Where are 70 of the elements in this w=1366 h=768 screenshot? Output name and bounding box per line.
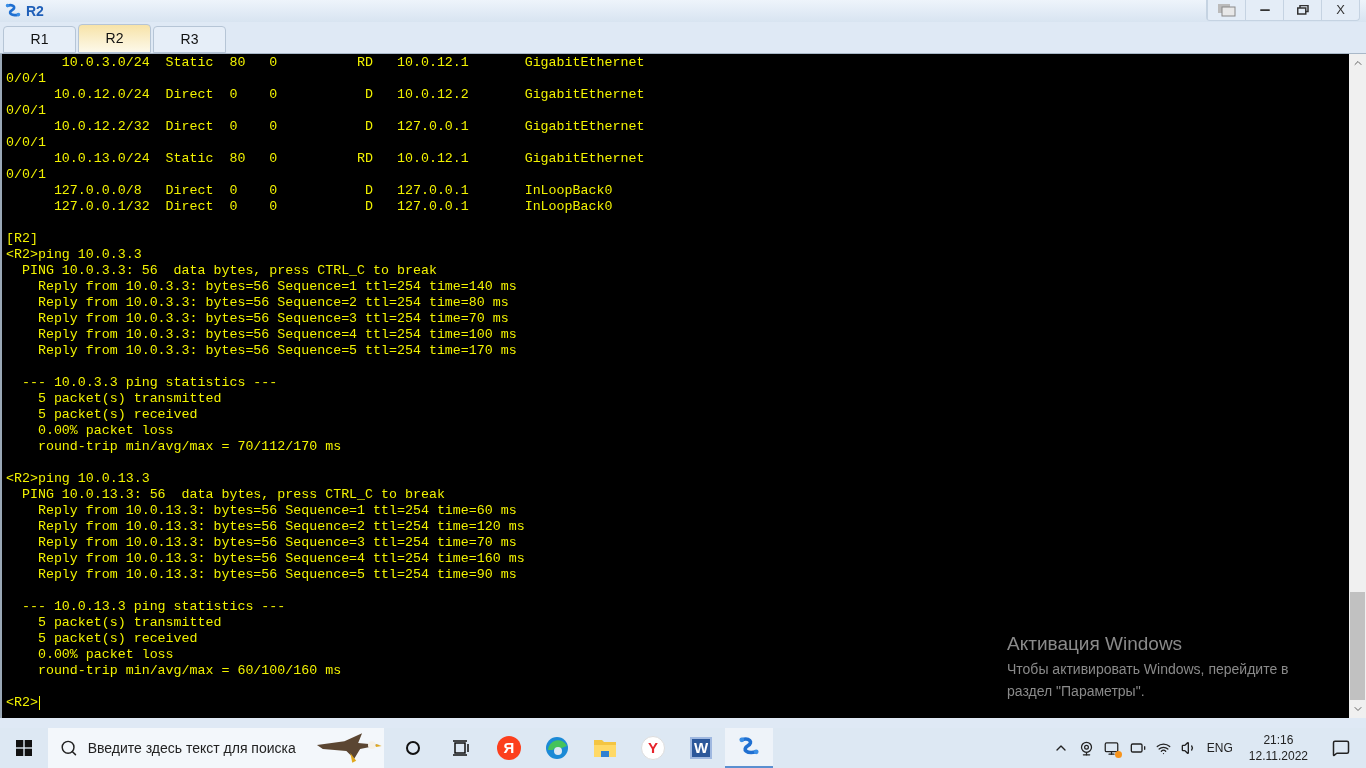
taskbar-app-button[interactable]: Я bbox=[485, 728, 533, 768]
terminal-line: 127.0.0.0/8 Direct 0 0 D 127.0.0.1 InLoopBack0 bbox=[52, 183, 613, 199]
edge-browser-icon bbox=[545, 736, 569, 760]
battery-icon[interactable] bbox=[1129, 740, 1146, 756]
scrollbar[interactable] bbox=[1349, 54, 1366, 718]
terminal-line: 0/0/1 bbox=[6, 71, 46, 87]
scrollbar-thumb[interactable] bbox=[1350, 592, 1365, 700]
terminal-line: 0/0/1 bbox=[6, 135, 46, 151]
terminal-line: PING 10.0.13.3: 56 data bytes, press CTRL_C to break bbox=[20, 487, 445, 503]
terminal-line: 5 packet(s) transmitted bbox=[36, 391, 222, 407]
terminal-line: 5 packet(s) received bbox=[36, 631, 198, 647]
window-title: R2 bbox=[26, 1, 44, 21]
terminal-line: 10.0.12.2/32 Direct 0 0 D 127.0.0.1 GigabitEthernet bbox=[52, 119, 645, 135]
terminal-line: round-trip min/avg/max = 60/100/160 ms bbox=[36, 663, 342, 679]
terminal-line: --- 10.0.3.3 ping statistics --- bbox=[20, 375, 278, 391]
terminal-line: 0.00% packet loss bbox=[36, 423, 174, 439]
terminal-line: <R2>ping 10.0.13.3 bbox=[6, 471, 150, 487]
text-cursor bbox=[38, 696, 40, 710]
terminal-line: Reply from 10.0.3.3: bytes=56 Sequence=5 ttl=254 time=170 ms bbox=[36, 343, 517, 359]
terminal-line: round-trip min/avg/max = 70/112/170 ms bbox=[36, 439, 342, 455]
display-status-icon[interactable] bbox=[1103, 740, 1120, 756]
terminal-line: 0/0/1 bbox=[6, 167, 46, 183]
folder-icon bbox=[593, 737, 617, 759]
camera-icon[interactable] bbox=[1078, 740, 1094, 756]
search-field[interactable]: Введите здесь текст для поиска bbox=[48, 728, 384, 768]
device-tab[interactable]: R2 bbox=[78, 24, 151, 53]
word-document-icon: W bbox=[690, 737, 712, 759]
terminal-line: Reply from 10.0.13.3: bytes=56 Sequence=3 ttl=254 time=70 ms bbox=[36, 535, 517, 551]
windows-logo-icon bbox=[16, 740, 32, 756]
search-input[interactable]: Введите здесь текст для поиска bbox=[87, 737, 306, 759]
terminal-line: [R2] bbox=[6, 231, 38, 247]
taskbar-app-button[interactable]: W bbox=[677, 728, 725, 768]
restore-icon bbox=[1296, 5, 1309, 15]
device-tab[interactable]: R3 bbox=[153, 26, 226, 53]
terminal-line: 127.0.0.1/32 Direct 0 0 D 127.0.0.1 InLoopBack0 bbox=[52, 199, 613, 215]
yandex-logo-icon: Я bbox=[497, 736, 521, 760]
terminal-line: <R2> bbox=[6, 695, 38, 711]
activation-text: Чтобы активировать Windows, перейдите в раздел "Параметры". bbox=[1007, 660, 1290, 701]
terminal-line: 10.0.13.0/24 Static 80 0 RD 10.0.12.1 GigabitEthernet bbox=[52, 151, 645, 167]
terminal-line: 10.0.12.0/24 Direct 0 0 D 10.0.12.2 GigabitEthernet bbox=[52, 87, 645, 103]
terminal-line: 0/0/1 bbox=[6, 103, 46, 119]
clock-date: 12.11.2022 bbox=[1248, 748, 1308, 764]
terminal-line: Reply from 10.0.3.3: bytes=56 Sequence=3 ttl=254 time=70 ms bbox=[36, 311, 509, 327]
terminal-line: <R2>ping 10.0.3.3 bbox=[6, 247, 142, 263]
clock[interactable]: 21:16 12.11.2022 bbox=[1242, 732, 1314, 764]
terminal-line: --- 10.0.13.3 ping statistics --- bbox=[20, 599, 286, 615]
clock-time: 21:16 bbox=[1263, 732, 1294, 748]
terminal-line: 5 packet(s) transmitted bbox=[36, 615, 222, 631]
terminal-line: 5 packet(s) received bbox=[36, 407, 198, 423]
windows-stack-icon bbox=[1216, 3, 1237, 17]
terminal-line: Reply from 10.0.3.3: bytes=56 Sequence=1 ttl=254 time=140 ms bbox=[36, 279, 517, 295]
language-indicator[interactable]: ENG bbox=[1206, 739, 1233, 757]
terminal-line: 0.00% packet loss bbox=[36, 647, 174, 663]
notifications-icon[interactable] bbox=[1332, 739, 1350, 757]
terminal-line: PING 10.0.3.3: 56 data bytes, press CTRL_C to break bbox=[20, 263, 437, 279]
wifi-icon[interactable] bbox=[1155, 740, 1171, 756]
search-icon bbox=[60, 739, 78, 757]
terminal-line: Reply from 10.0.13.3: bytes=56 Sequence=4 ttl=254 time=160 ms bbox=[36, 551, 525, 567]
terminal-line: Reply from 10.0.13.3: bytes=56 Sequence=5 ttl=254 time=90 ms bbox=[36, 567, 517, 583]
activation-title: Активация Windows bbox=[1007, 632, 1184, 656]
taskbar-app-button[interactable]: Y bbox=[629, 728, 677, 768]
terminal-line: 10.0.3.0/24 Static 80 0 RD 10.0.12.1 GigabitEthernet bbox=[60, 55, 645, 71]
circle-icon bbox=[405, 740, 421, 756]
device-tab[interactable]: R1 bbox=[3, 26, 76, 53]
terminal-line: Reply from 10.0.3.3: bytes=56 Sequence=2 ttl=254 time=80 ms bbox=[36, 295, 509, 311]
terminal-line: Reply from 10.0.3.3: bytes=56 Sequence=4 ttl=254 time=100 ms bbox=[36, 327, 517, 343]
terminal-line: Reply from 10.0.13.3: bytes=56 Sequence=2 ttl=254 time=120 ms bbox=[36, 519, 525, 535]
terminal-line: Reply from 10.0.13.3: bytes=56 Sequence=1 ttl=254 time=60 ms bbox=[36, 503, 517, 519]
task-view-icon bbox=[452, 740, 470, 756]
browser-logo-icon: Y bbox=[641, 736, 665, 760]
